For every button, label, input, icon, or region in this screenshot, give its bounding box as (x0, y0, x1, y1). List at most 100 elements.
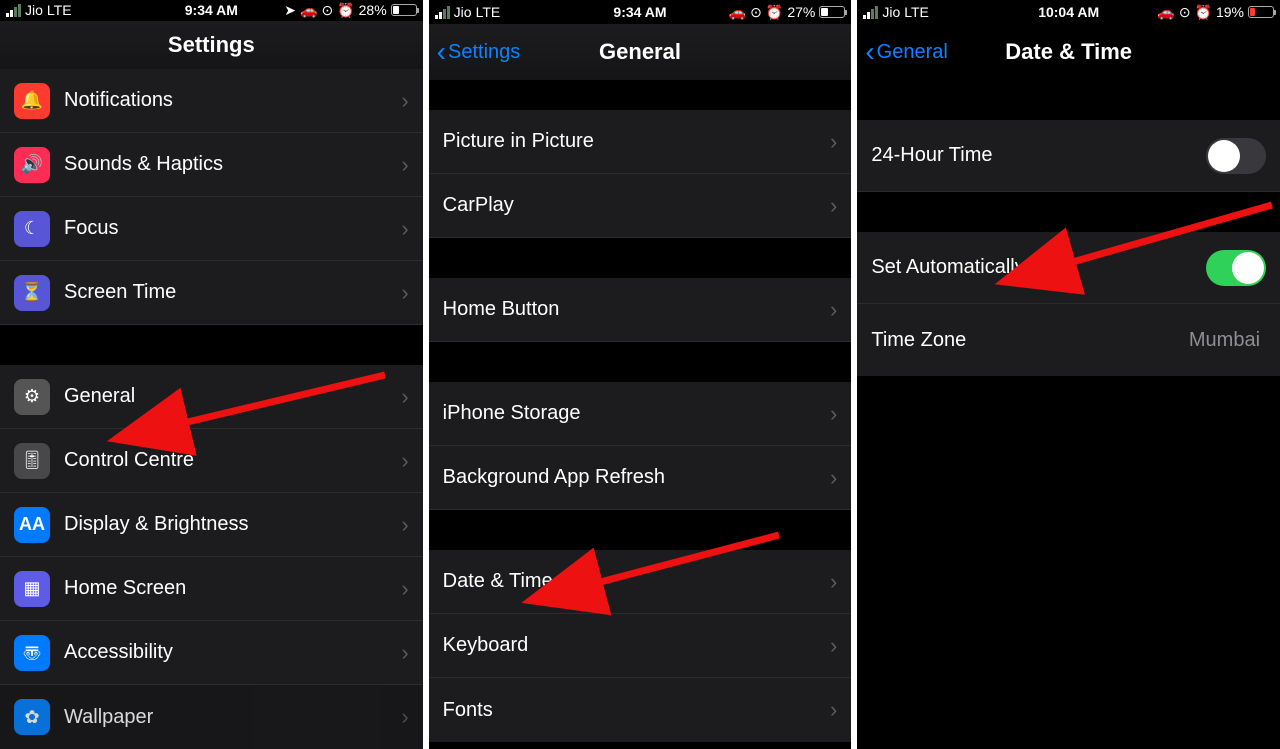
row-label: Screen Time (64, 281, 401, 304)
chevron-right-icon: › (830, 697, 837, 723)
row-label: General (64, 385, 401, 408)
group-gap (429, 510, 852, 550)
screen-date-time: Jio LTE 10:04 AM 🚗 ⊙ ⏰ 19% ‹ General Dat… (857, 0, 1280, 749)
group-gap (857, 80, 1280, 120)
datetime-list: 24-Hour Time Set Automatically Time Zone… (857, 80, 1280, 376)
nav-bar: ‹ Settings General (429, 24, 852, 80)
carrier-label: Jio (25, 2, 43, 18)
group-gap (0, 325, 423, 365)
status-time: 9:34 AM (613, 4, 666, 20)
row-control-centre[interactable]: 🎚 Control Centre › (0, 429, 423, 493)
aa-icon: AA (14, 507, 50, 543)
row-sounds[interactable]: 🔊 Sounds & Haptics › (0, 133, 423, 197)
screen-settings: Jio LTE 9:34 AM ➤ 🚗 ⊙ ⏰ 28% Settings 🔔 N… (0, 0, 423, 749)
group-gap (429, 342, 852, 382)
bell-icon: 🔔 (14, 83, 50, 119)
row-label: Notifications (64, 89, 401, 112)
row-label: Set Automatically (871, 256, 1206, 279)
row-keyboard[interactable]: Keyboard › (429, 614, 852, 678)
row-date-time[interactable]: Date & Time › (429, 550, 852, 614)
row-label: Home Screen (64, 577, 401, 600)
battery-pct-label: 19% (1216, 4, 1244, 20)
chevron-right-icon: › (401, 640, 408, 666)
row-label: Accessibility (64, 641, 401, 664)
speaker-icon: 🔊 (14, 147, 50, 183)
row-wallpaper[interactable]: ✿ Wallpaper › (0, 685, 423, 749)
accessibility-icon: 〠 (14, 635, 50, 671)
toggle-set-automatically[interactable] (1206, 250, 1266, 286)
nav-bar: ‹ General Date & Time (857, 24, 1280, 80)
row-label: Home Button (443, 298, 830, 321)
row-label: Display & Brightness (64, 513, 401, 536)
chevron-right-icon: › (401, 448, 408, 474)
chevron-right-icon: › (830, 569, 837, 595)
row-screen-time[interactable]: ⏳ Screen Time › (0, 261, 423, 325)
signal-icon (863, 6, 878, 19)
row-time-zone[interactable]: Time Zone Mumbai (857, 304, 1280, 376)
general-list[interactable]: Picture in Picture › CarPlay › Home Butt… (429, 80, 852, 742)
battery-icon (391, 4, 417, 16)
hourglass-icon: ⏳ (14, 275, 50, 311)
back-button[interactable]: ‹ General (865, 36, 947, 68)
toggle-24hour[interactable] (1206, 138, 1266, 174)
page-title: Date & Time (1005, 39, 1132, 65)
row-home-button[interactable]: Home Button › (429, 278, 852, 342)
chevron-right-icon: › (401, 216, 408, 242)
group-gap (429, 238, 852, 278)
row-label: Keyboard (443, 634, 830, 657)
location-icon: ➤ (284, 2, 296, 19)
status-bar: Jio LTE 10:04 AM 🚗 ⊙ ⏰ 19% (857, 0, 1280, 24)
row-general[interactable]: ⚙ General › (0, 365, 423, 429)
row-home-screen[interactable]: ▦ Home Screen › (0, 557, 423, 621)
flower-icon: ✿ (14, 699, 50, 735)
row-24hour-time[interactable]: 24-Hour Time (857, 120, 1280, 192)
grid-icon: ▦ (14, 571, 50, 607)
chevron-right-icon: › (401, 88, 408, 114)
row-fonts[interactable]: Fonts › (429, 678, 852, 742)
car-icon: 🚗 (729, 4, 746, 21)
battery-icon (819, 6, 845, 18)
row-accessibility[interactable]: 〠 Accessibility › (0, 621, 423, 685)
row-picture-in-picture[interactable]: Picture in Picture › (429, 110, 852, 174)
battery-pct-label: 27% (787, 4, 815, 20)
network-label: LTE (476, 4, 501, 20)
chevron-right-icon: › (830, 465, 837, 491)
row-label: Sounds & Haptics (64, 153, 401, 176)
row-display-brightness[interactable]: AA Display & Brightness › (0, 493, 423, 557)
settings-list[interactable]: 🔔 Notifications › 🔊 Sounds & Haptics › ☾… (0, 69, 423, 749)
row-carplay[interactable]: CarPlay › (429, 174, 852, 238)
row-label: 24-Hour Time (871, 144, 1206, 167)
row-value: Mumbai (1189, 329, 1260, 352)
row-label: Fonts (443, 699, 830, 722)
signal-icon (435, 6, 450, 19)
status-time: 9:34 AM (185, 2, 238, 18)
chevron-right-icon: › (401, 512, 408, 538)
chevron-right-icon: › (830, 297, 837, 323)
status-bar: Jio LTE 9:34 AM 🚗 ⊙ ⏰ 27% (429, 0, 852, 24)
back-button[interactable]: ‹ Settings (437, 36, 521, 68)
network-label: LTE (47, 2, 72, 18)
car-icon: 🚗 (1157, 4, 1174, 21)
gear-icon: ⚙ (14, 379, 50, 415)
chevron-left-icon: ‹ (865, 36, 874, 68)
status-time: 10:04 AM (1038, 4, 1099, 20)
row-label: Focus (64, 217, 401, 240)
chevron-right-icon: › (830, 401, 837, 427)
row-set-automatically[interactable]: Set Automatically (857, 232, 1280, 304)
carrier-label: Jio (882, 4, 900, 20)
car-icon: 🚗 (300, 2, 317, 19)
battery-icon (1248, 6, 1274, 18)
row-focus[interactable]: ☾ Focus › (0, 197, 423, 261)
battery-pct-label: 28% (359, 2, 387, 18)
chevron-right-icon: › (401, 704, 408, 730)
alarm-icon: ⏰ (766, 4, 783, 21)
chevron-right-icon: › (830, 633, 837, 659)
screen-general: Jio LTE 9:34 AM 🚗 ⊙ ⏰ 27% ‹ Settings Gen… (429, 0, 852, 749)
row-background-app-refresh[interactable]: Background App Refresh › (429, 446, 852, 510)
toggles-icon: 🎚 (14, 443, 50, 479)
row-iphone-storage[interactable]: iPhone Storage › (429, 382, 852, 446)
row-label: Time Zone (871, 329, 1189, 352)
row-label: iPhone Storage (443, 402, 830, 425)
status-bar: Jio LTE 9:34 AM ➤ 🚗 ⊙ ⏰ 28% (0, 0, 423, 21)
row-notifications[interactable]: 🔔 Notifications › (0, 69, 423, 133)
